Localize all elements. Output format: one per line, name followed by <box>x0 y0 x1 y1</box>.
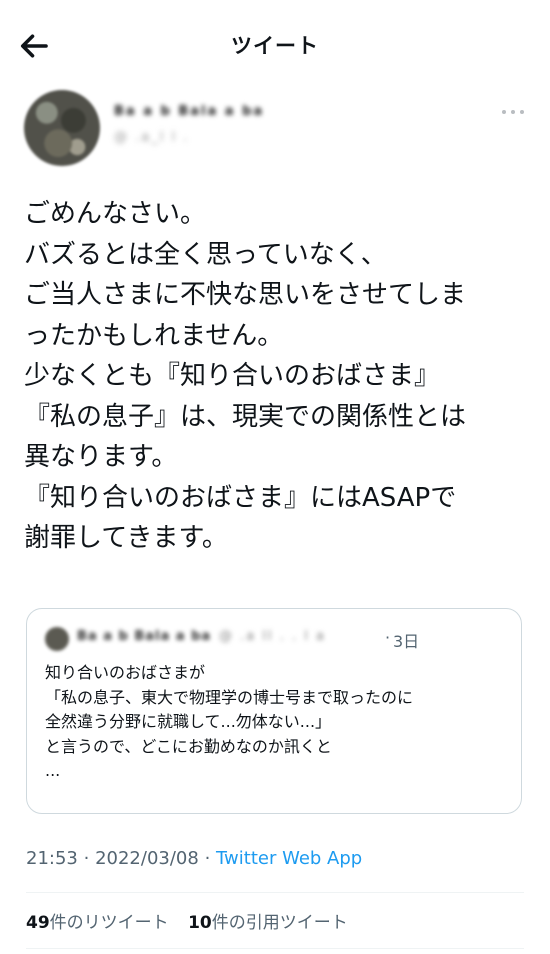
tweet-line: 『私の息子』は、現実での関係性とは <box>24 401 467 432</box>
quoted-author-name: Ba a b Bala a ba <box>77 629 212 644</box>
quotes-label: 件の引用ツイート <box>211 913 348 933</box>
avatar[interactable] <box>24 90 100 166</box>
quoted-line: ... <box>45 761 61 780</box>
tweet-line: ご当人さまに不快な思いをさせてしま <box>24 280 467 310</box>
tweet-line: 少なくとも『知り合いのおばさま』 <box>24 361 441 391</box>
tweet-line: ごめんなさい。 <box>24 199 207 229</box>
tweet-author: Ba a b Bala a ba @ .a_l l . <box>0 90 550 170</box>
retweets-count: 49 <box>26 913 50 933</box>
tweet-line: バズるとは全く思っていなく、 <box>24 239 387 270</box>
author-name[interactable]: Ba a b Bala a ba <box>114 104 264 119</box>
top-bar: ツイート <box>0 0 550 90</box>
quoted-line: 「私の息子、東大で物理学の博士号まで取ったのに <box>45 687 414 707</box>
page-title: ツイート <box>231 34 319 58</box>
quoted-time: 3日 <box>393 632 420 651</box>
quoted-author-handle: @ .a ll . . l a <box>219 629 326 644</box>
quoted-line: 知り合いのおばさまが <box>45 663 206 682</box>
source-link[interactable]: Twitter Web App <box>216 848 362 869</box>
retweets-stat[interactable]: 49件のリツイート <box>26 913 169 933</box>
separator: · <box>83 848 90 869</box>
more-horizontal-icon[interactable] <box>496 102 530 122</box>
divider <box>26 892 524 893</box>
quoted-avatar <box>45 627 69 651</box>
quotes-count: 10 <box>188 913 212 933</box>
engagement-stats: 49件のリツイート 10件の引用ツイート <box>26 908 362 933</box>
tweet-text: ごめんなさい。 バズるとは全く思っていなく、 ご当人さまに不快な思いをさせてしま… <box>24 194 534 559</box>
quoted-line: と言うので、どこにお勤めなのか訊くと <box>45 736 332 756</box>
author-handle[interactable]: @ .a_l l . <box>114 130 189 145</box>
tweet-timestamp: 21:53 · 2022/03/08 · Twitter Web App <box>26 848 362 869</box>
divider <box>26 948 524 949</box>
quoted-separator: · <box>385 628 391 647</box>
quoted-tweet-card[interactable]: Ba a b Bala a ba @ .a ll . . l a · 3日 知り… <box>26 608 522 814</box>
quotes-stat[interactable]: 10件の引用ツイート <box>188 913 348 933</box>
tweet-time[interactable]: 21:53 <box>26 848 78 869</box>
tweet-line: ったかもしれません。 <box>24 320 284 351</box>
separator: · <box>204 848 211 869</box>
tweet-date[interactable]: 2022/03/08 <box>95 848 199 869</box>
tweet-line: 謝罪してきます。 <box>24 523 228 553</box>
tweet-line: 『知り合いのおばさま』にはASAPで <box>24 482 457 513</box>
tweet-line: 異なります。 <box>24 442 178 472</box>
retweets-label: 件のリツイート <box>49 913 169 933</box>
quoted-line: 全然違う分野に就職して...勿体ない...」 <box>45 712 332 731</box>
quoted-text: 知り合いのおばさまが 「私の息子、東大で物理学の博士号まで取ったのに 全然違う分… <box>45 661 515 784</box>
